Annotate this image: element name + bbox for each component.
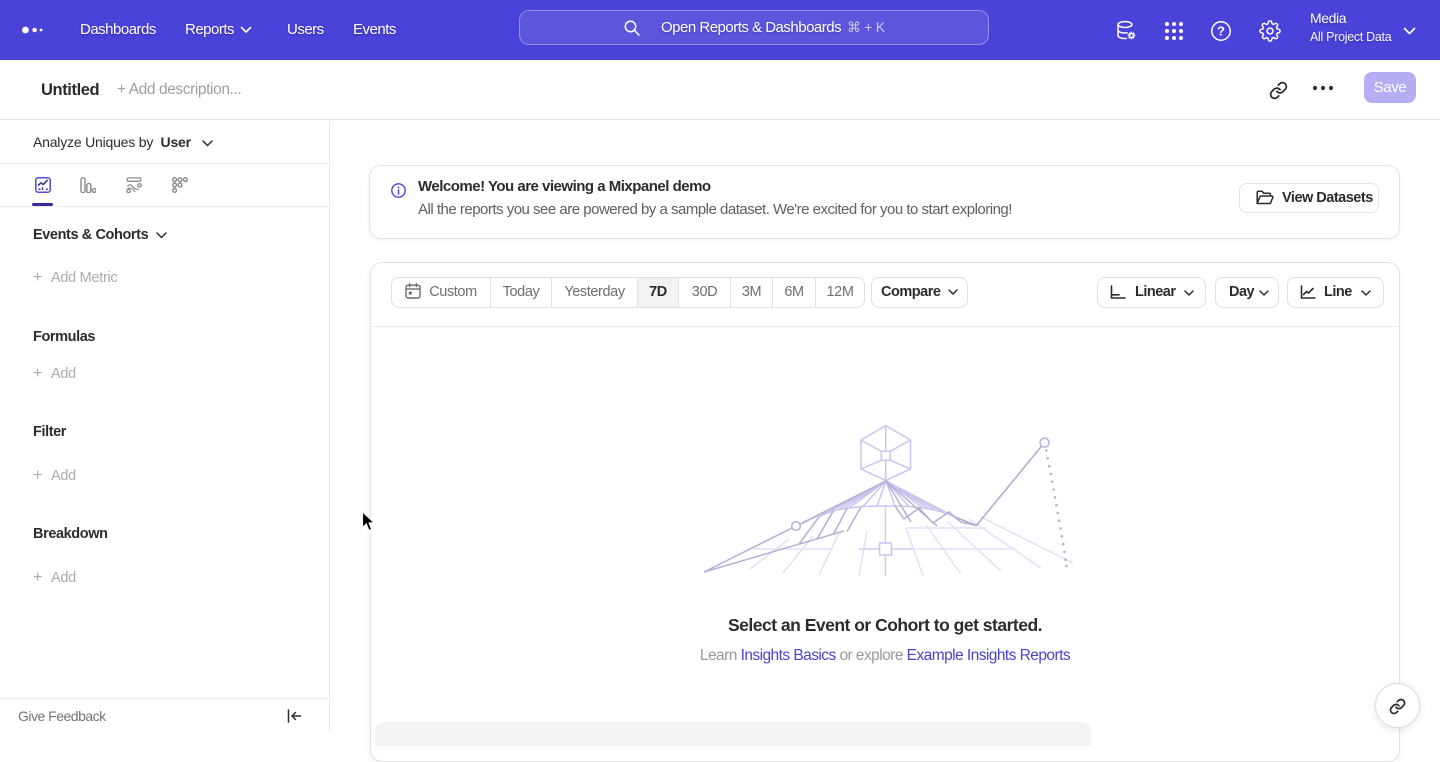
svg-text:?: ?: [1217, 24, 1225, 39]
